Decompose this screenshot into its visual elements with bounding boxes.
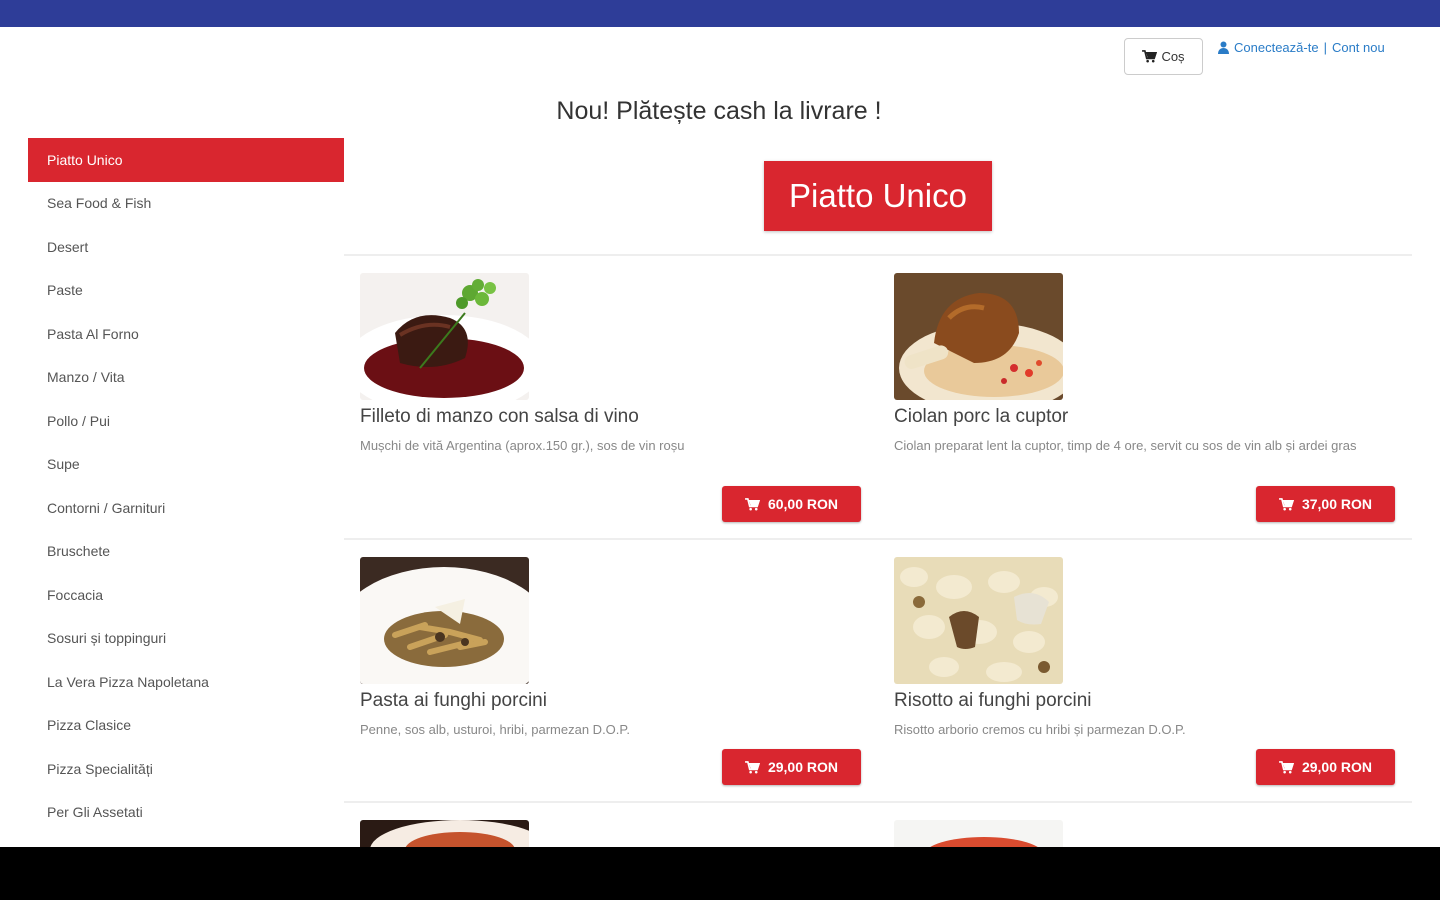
sidebar-item-sea-food-fish[interactable]: Sea Food & Fish [28,182,344,226]
shopping-cart-icon [745,497,760,510]
navigation-bar [0,847,1440,900]
add-to-cart-button[interactable]: 60,00 RON [722,486,861,522]
product-description: Risotto arborio cremos cu hribi și parme… [894,722,1186,737]
sidebar-item-desert[interactable]: Desert [28,225,344,269]
divider [344,254,1412,256]
product-content: Piatto Unico Filleto di manzo con salsa … [344,27,1412,847]
sidebar-item-per-gli-assetati[interactable]: Per Gli Assetati [28,791,344,835]
risotto-photo [894,557,1063,684]
sidebar-item-bruschete[interactable]: Bruschete [28,530,344,574]
sidebar-item-label: Desert [47,238,89,255]
product-price: 29,00 RON [767,759,839,775]
sidebar-item-label: La Vera Pizza Napoletana [47,673,209,690]
sidebar-item-pollo-pui[interactable]: Pollo / Pui [28,399,344,443]
add-to-cart-button[interactable]: 29,00 RON [1256,749,1395,785]
sidebar-item-pizza-specialitati[interactable]: Pizza Specialități [28,747,344,791]
product-name[interactable]: Filleto di manzo con salsa di vino [360,406,639,428]
product-name[interactable]: Risotto ai funghi porcini [894,690,1092,712]
sidebar-item-label: Paste [47,282,83,299]
sidebar-item-paste[interactable]: Paste [28,269,344,313]
top-status-bar [0,0,1440,27]
sidebar-item-label: Per Gli Assetati [47,804,143,821]
product-card: Filleto di manzo con salsa di vino Mușch… [360,273,877,533]
add-to-cart-button[interactable]: 29,00 RON [722,749,861,785]
pasta-photo [360,557,529,684]
sidebar-item-label: Manzo / Vita [47,369,125,386]
shopping-cart-icon [1279,760,1294,773]
pork-knuckle-photo [894,273,1063,400]
sidebar-item-label: Pizza Specialități [47,760,153,777]
product-name[interactable]: Pasta ai funghi porcini [360,690,547,712]
shopping-cart-icon [1279,497,1294,510]
food-photo [360,820,529,847]
divider [344,801,1412,803]
section-title: Piatto Unico [764,161,992,231]
sidebar-item-label: Pollo / Pui [47,412,111,429]
product-image[interactable] [894,820,1063,847]
sidebar-item-pizza-clasice[interactable]: Pizza Clasice [28,704,344,748]
product-image[interactable] [894,273,1063,400]
product-card: Pasta ai funghi porcini Penne, sos alb, … [360,557,877,817]
sidebar-item-label: Foccacia [47,586,104,603]
sidebar-item-label: Sea Food & Fish [47,195,152,212]
sidebar-item-label: Piatto Unico [47,151,123,168]
beef-steak-photo [360,273,529,400]
sidebar-item-pizza-napoletana[interactable]: La Vera Pizza Napoletana [28,660,344,704]
sidebar-item-pasta-al-forno[interactable]: Pasta Al Forno [28,312,344,356]
shopping-cart-icon [745,760,760,773]
sidebar-item-label: Supe [47,456,80,473]
sidebar-item-piatto-unico[interactable]: Piatto Unico [28,138,344,182]
product-card: Ciolan porc la cuptor Ciolan preparat le… [894,273,1411,533]
product-price: 37,00 RON [1301,496,1373,512]
food-photo [894,820,1063,847]
sidebar-item-label: Sosuri și toppinguri [47,630,167,647]
sidebar-item-foccacia[interactable]: Foccacia [28,573,344,617]
product-image[interactable] [360,820,529,847]
product-description: Ciolan preparat lent la cuptor, timp de … [894,438,1357,453]
sidebar-item-label: Pasta Al Forno [47,325,139,342]
page: Coș Conectează-te | Cont nou Nou! Plăteș… [0,27,1440,847]
product-card: Risotto ai funghi porcini Risotto arbori… [894,557,1411,817]
category-sidebar: Piatto Unico Sea Food & Fish Desert Past… [28,138,344,834]
sidebar-item-contorni[interactable]: Contorni / Garnituri [28,486,344,530]
sidebar-item-manzo-vita[interactable]: Manzo / Vita [28,356,344,400]
product-image[interactable] [894,557,1063,684]
add-to-cart-button[interactable]: 37,00 RON [1256,486,1395,522]
sidebar-item-label: Contorni / Garnituri [47,499,166,516]
sidebar-item-supe[interactable]: Supe [28,443,344,487]
divider [344,538,1412,540]
product-image[interactable] [360,557,529,684]
product-image[interactable] [360,273,529,400]
product-description: Penne, sos alb, usturoi, hribi, parmezan… [360,722,631,737]
product-price: 29,00 RON [1301,759,1373,775]
sidebar-item-label: Bruschete [47,543,111,560]
product-name[interactable]: Ciolan porc la cuptor [894,406,1068,428]
product-description: Mușchi de vită Argentina (aprox.150 gr.)… [360,438,685,453]
sidebar-item-label: Pizza Clasice [47,717,132,734]
sidebar-item-sosuri[interactable]: Sosuri și toppinguri [28,617,344,661]
product-price: 60,00 RON [767,496,839,512]
